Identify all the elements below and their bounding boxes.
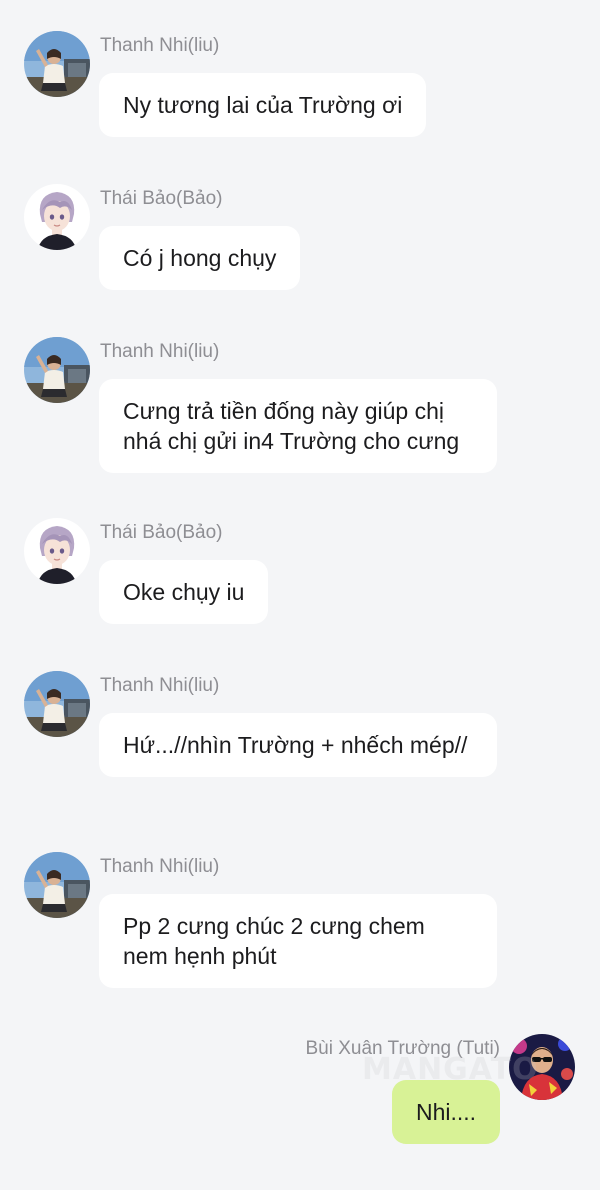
sender-name: Thanh Nhi(liu)	[100, 675, 220, 696]
sender-name: Thanh Nhi(liu)	[100, 856, 220, 877]
girl-photo-avatar[interactable]	[24, 337, 90, 403]
girl-photo-avatar[interactable]	[24, 852, 90, 918]
chat-thread: Thanh Nhi(liu) Ny tương lai của Trường ơ…	[0, 0, 600, 1190]
message-bubble[interactable]: Ny tương lai của Trường ơi	[99, 73, 427, 137]
message-bubble[interactable]: Hứ...//nhìn Trường + nhếch mép//	[99, 713, 497, 777]
watermark: MANGATO	[362, 1052, 539, 1087]
girl-photo-avatar[interactable]	[24, 671, 90, 737]
message-bubble[interactable]: Pp 2 cưng chúc 2 cưng chem nem hẹnh phút	[99, 894, 497, 988]
message-bubble[interactable]: Nhi....	[392, 1080, 500, 1144]
message-bubble[interactable]: Cưng trả tiền đống này giúp chị nhá chị …	[99, 379, 497, 473]
sender-name: Thanh Nhi(liu)	[100, 35, 220, 56]
sender-name: Thái Bảo(Bảo)	[100, 188, 223, 209]
anime-boy-avatar[interactable]	[24, 184, 90, 250]
message-bubble[interactable]: Oke chụy iu	[99, 560, 269, 624]
anime-boy-avatar[interactable]	[24, 518, 90, 584]
sender-name: Thái Bảo(Bảo)	[100, 522, 223, 543]
girl-photo-avatar[interactable]	[24, 31, 90, 97]
message-bubble[interactable]: Có j hong chụy	[99, 226, 301, 290]
sender-name: Thanh Nhi(liu)	[100, 341, 220, 362]
